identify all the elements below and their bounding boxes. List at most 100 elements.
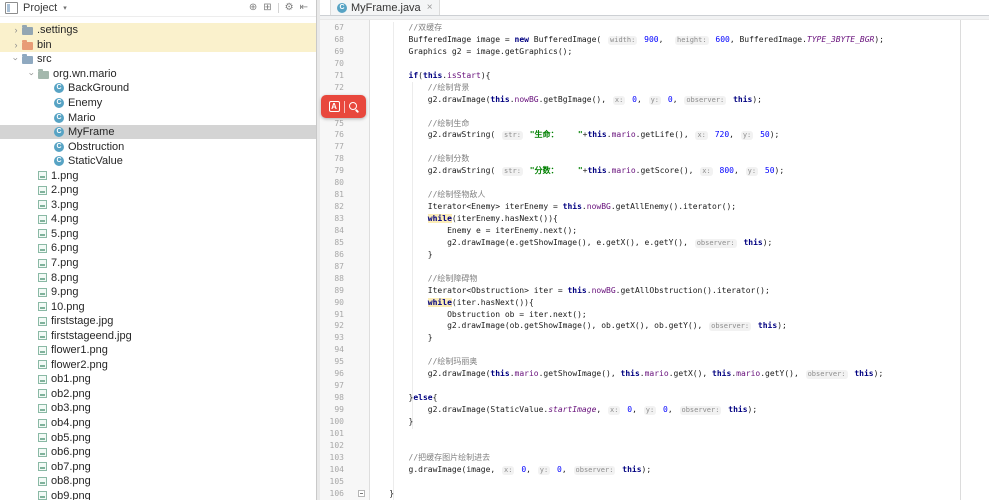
code-line-75[interactable]: //绘制生命 bbox=[370, 118, 989, 130]
line-number[interactable]: 88 bbox=[320, 273, 344, 285]
tree-item-1-png[interactable]: 1.png bbox=[0, 168, 316, 183]
tree-item-ob7-png[interactable]: ob7.png bbox=[0, 459, 316, 474]
code-line-86[interactable]: } bbox=[370, 249, 989, 261]
line-number[interactable]: 75 bbox=[320, 118, 344, 130]
project-panel-title[interactable]: Project bbox=[23, 2, 57, 14]
code-line-104[interactable]: g.drawImage(image, x: 0, y: 0, observer:… bbox=[370, 464, 989, 476]
translate-icon[interactable]: A bbox=[329, 101, 340, 112]
line-number[interactable]: 90 bbox=[320, 297, 344, 309]
translate-popup[interactable]: A bbox=[321, 95, 366, 118]
select-opened-file-icon[interactable]: ⊕ bbox=[249, 1, 257, 15]
tree-chevron-icon[interactable]: › bbox=[10, 25, 22, 35]
line-number[interactable]: 87 bbox=[320, 261, 344, 273]
tree-item-obstruction[interactable]: CObstruction bbox=[0, 139, 316, 154]
tree-item-flower1-png[interactable]: flower1.png bbox=[0, 343, 316, 358]
tree-item-2-png[interactable]: 2.png bbox=[0, 183, 316, 198]
code-line-91[interactable]: Obstruction ob = iter.next(); bbox=[370, 309, 989, 321]
code-line-92[interactable]: g2.drawImage(ob.getShowImage(), ob.getX(… bbox=[370, 320, 989, 332]
code-line-103[interactable]: //把缓存图片绘制进去 bbox=[370, 452, 989, 464]
code-line-76[interactable]: g2.drawString( str: "生命： "+this.mario.ge… bbox=[370, 129, 989, 141]
line-number[interactable]: 100 bbox=[320, 416, 344, 428]
code-line-77[interactable] bbox=[370, 141, 989, 153]
code-line-71[interactable]: if(this.isStart){ bbox=[370, 70, 989, 82]
line-number[interactable]: 83 bbox=[320, 213, 344, 225]
code-line-95[interactable]: //绘制玛丽奥 bbox=[370, 356, 989, 368]
tree-item-ob8-png[interactable]: ob8.png bbox=[0, 474, 316, 489]
close-icon[interactable]: × bbox=[427, 3, 433, 13]
line-number[interactable]: 102 bbox=[320, 440, 344, 452]
code-line-89[interactable]: Iterator<Obstruction> iter = this.nowBG.… bbox=[370, 285, 989, 297]
line-number[interactable]: 85 bbox=[320, 237, 344, 249]
code-line-80[interactable] bbox=[370, 177, 989, 189]
tree-item-flower2-png[interactable]: flower2.png bbox=[0, 358, 316, 373]
code-line-90[interactable]: while(iter.hasNext()){ bbox=[370, 297, 989, 309]
code-line-85[interactable]: g2.drawImage(e.getShowImage(), e.getX(),… bbox=[370, 237, 989, 249]
line-number[interactable]: 72 bbox=[320, 82, 344, 94]
code-line-83[interactable]: while(iterEnemy.hasNext()){ bbox=[370, 213, 989, 225]
code-line-98[interactable]: }else{ bbox=[370, 392, 989, 404]
line-number[interactable]: 106 bbox=[320, 488, 344, 500]
line-number[interactable]: 82 bbox=[320, 201, 344, 213]
line-number[interactable]: 91 bbox=[320, 309, 344, 321]
tree-item-background[interactable]: CBackGround bbox=[0, 81, 316, 96]
line-number[interactable]: 86 bbox=[320, 249, 344, 261]
code-line-70[interactable] bbox=[370, 58, 989, 70]
tree-item-bin[interactable]: ›bin bbox=[0, 38, 316, 53]
tree-item-10-png[interactable]: 10.png bbox=[0, 299, 316, 314]
settings-icon[interactable]: ⚙ bbox=[285, 1, 294, 15]
line-number[interactable]: 99 bbox=[320, 404, 344, 416]
fold-marker-icon[interactable] bbox=[358, 490, 365, 497]
line-number[interactable]: 101 bbox=[320, 428, 344, 440]
tab-myframe-java[interactable]: C MyFrame.java × bbox=[330, 0, 440, 15]
tree-chevron-icon[interactable]: › bbox=[11, 53, 21, 65]
hide-panel-icon[interactable]: ⇤ bbox=[300, 1, 308, 15]
tree-item-enemy[interactable]: CEnemy bbox=[0, 96, 316, 111]
code-line-82[interactable]: Iterator<Enemy> iterEnemy = this.nowBG.g… bbox=[370, 201, 989, 213]
code-line-102[interactable] bbox=[370, 440, 989, 452]
line-number[interactable]: 77 bbox=[320, 141, 344, 153]
tree-item-5-png[interactable]: 5.png bbox=[0, 227, 316, 242]
tree-chevron-icon[interactable]: › bbox=[27, 68, 37, 80]
tree-item--settings[interactable]: ›.settings bbox=[0, 23, 316, 38]
line-number[interactable]: 69 bbox=[320, 46, 344, 58]
chevron-down-icon[interactable]: ▾ bbox=[63, 4, 67, 12]
line-number[interactable]: 103 bbox=[320, 452, 344, 464]
code-line-100[interactable]: } bbox=[370, 416, 989, 428]
code-line-68[interactable]: BufferedImage image = new BufferedImage(… bbox=[370, 34, 989, 46]
tree-item-mario[interactable]: CMario bbox=[0, 110, 316, 125]
tree-item-8-png[interactable]: 8.png bbox=[0, 270, 316, 285]
tree-item-7-png[interactable]: 7.png bbox=[0, 256, 316, 271]
line-number[interactable]: 104 bbox=[320, 464, 344, 476]
code-line-105[interactable] bbox=[370, 476, 989, 488]
tree-item-ob1-png[interactable]: ob1.png bbox=[0, 372, 316, 387]
code-line-73[interactable]: g2.drawImage(this.nowBG.getBgImage(), x:… bbox=[370, 94, 989, 106]
line-number[interactable]: 93 bbox=[320, 332, 344, 344]
code-line-93[interactable]: } bbox=[370, 332, 989, 344]
tree-item-3-png[interactable]: 3.png bbox=[0, 198, 316, 213]
line-number[interactable]: 81 bbox=[320, 189, 344, 201]
tree-chevron-icon[interactable]: › bbox=[10, 40, 22, 50]
code-line-96[interactable]: g2.drawImage(this.mario.getShowImage(), … bbox=[370, 368, 989, 380]
code-line-99[interactable]: g2.drawImage(StaticValue.startImage, x: … bbox=[370, 404, 989, 416]
tree-item-org-wn-mario[interactable]: ›org.wn.mario bbox=[0, 67, 316, 82]
tree-item-ob4-png[interactable]: ob4.png bbox=[0, 416, 316, 431]
line-number[interactable]: 98 bbox=[320, 392, 344, 404]
tree-item-ob5-png[interactable]: ob5.png bbox=[0, 430, 316, 445]
tree-item-ob9-png[interactable]: ob9.png bbox=[0, 489, 316, 500]
code-line-81[interactable]: //绘制怪物敌人 bbox=[370, 189, 989, 201]
tree-item-ob2-png[interactable]: ob2.png bbox=[0, 387, 316, 402]
line-number[interactable]: 79 bbox=[320, 165, 344, 177]
code-line-101[interactable] bbox=[370, 428, 989, 440]
tree-item-4-png[interactable]: 4.png bbox=[0, 212, 316, 227]
code-line-78[interactable]: //绘制分数 bbox=[370, 153, 989, 165]
line-number[interactable]: 105 bbox=[320, 476, 344, 488]
line-number[interactable]: 76 bbox=[320, 129, 344, 141]
tree-item-src[interactable]: ›src bbox=[0, 52, 316, 67]
line-number[interactable]: 70 bbox=[320, 58, 344, 70]
tree-item-ob3-png[interactable]: ob3.png bbox=[0, 401, 316, 416]
code-line-84[interactable]: Enemy e = iterEnemy.next(); bbox=[370, 225, 989, 237]
code-line-106[interactable]: } bbox=[370, 488, 989, 500]
tree-item-9-png[interactable]: 9.png bbox=[0, 285, 316, 300]
line-number[interactable]: 84 bbox=[320, 225, 344, 237]
code-line-79[interactable]: g2.drawString( str: "分数： "+this.mario.ge… bbox=[370, 165, 989, 177]
